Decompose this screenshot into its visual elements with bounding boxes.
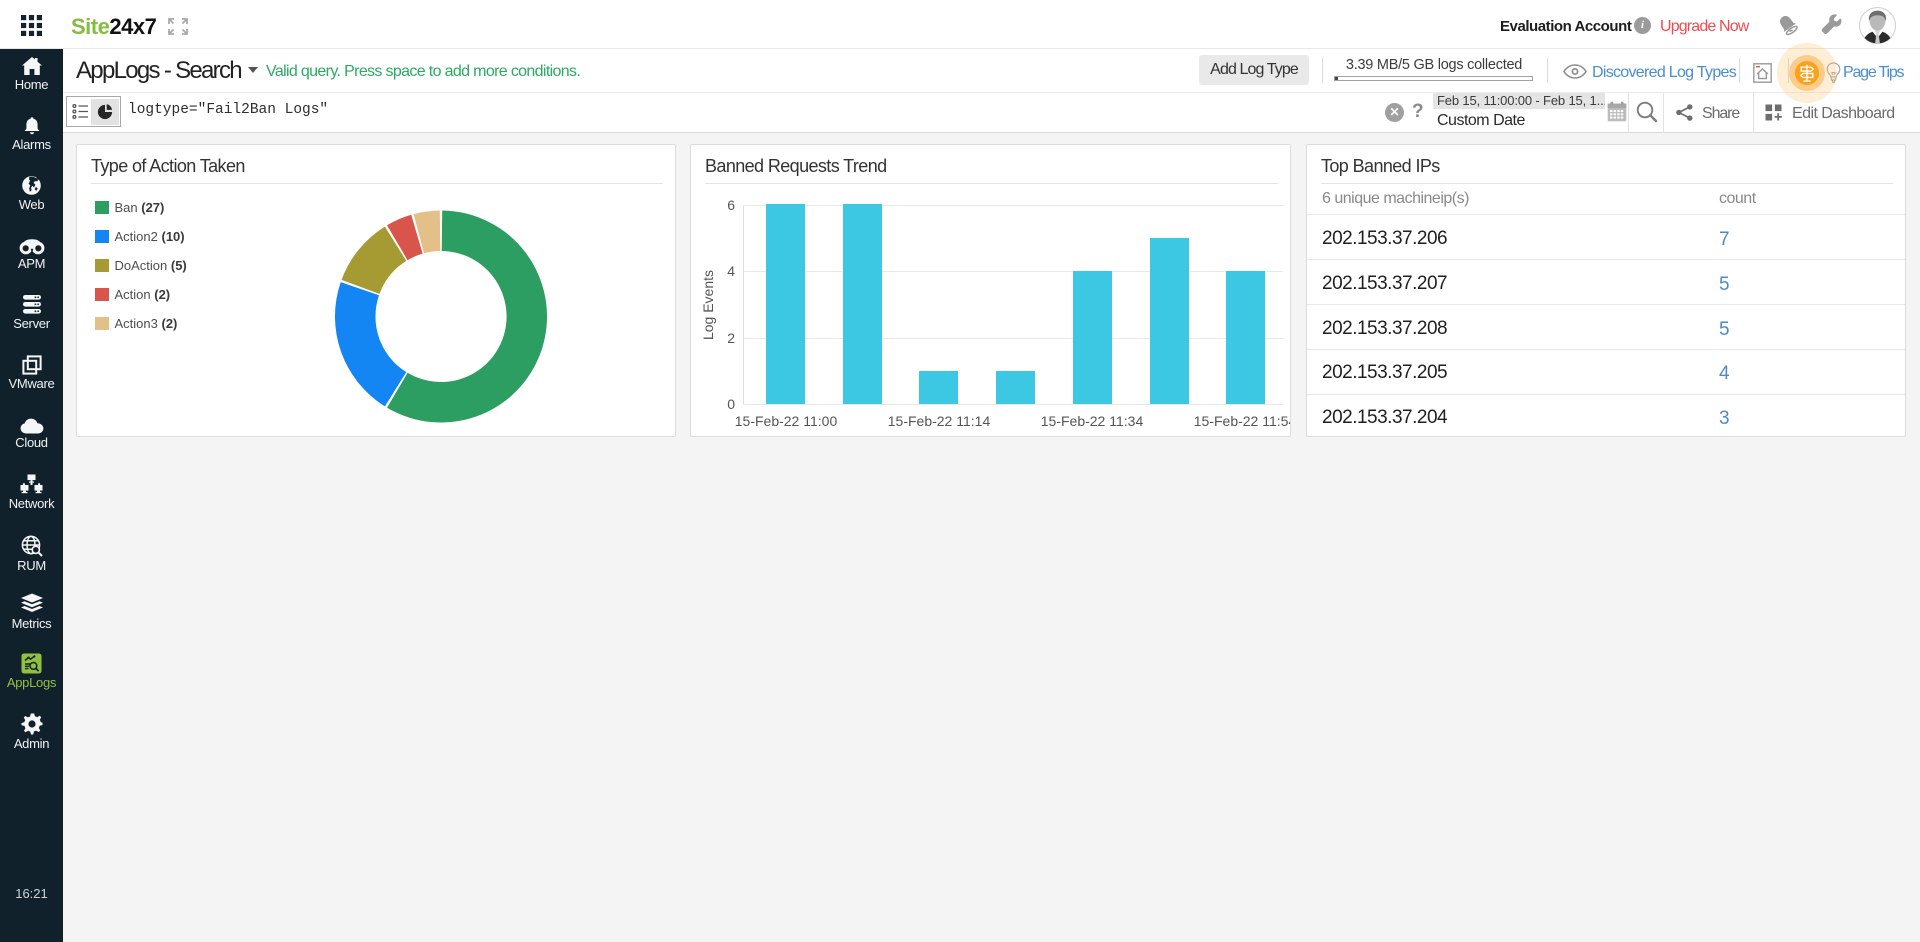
svg-text:15-Feb-22 11:54: 15-Feb-22 11:54 — [1194, 413, 1290, 429]
svg-text:15-Feb-22 11:00: 15-Feb-22 11:00 — [735, 413, 838, 429]
svg-text:15-Feb-22 11:34: 15-Feb-22 11:34 — [1041, 413, 1144, 429]
svg-text:6: 6 — [727, 197, 735, 213]
svg-text:2: 2 — [727, 330, 735, 346]
svg-text:Log Events: Log Events — [700, 270, 716, 340]
svg-text:4: 4 — [727, 263, 735, 279]
svg-text:0: 0 — [727, 396, 735, 412]
svg-text:15-Feb-22 11:14: 15-Feb-22 11:14 — [888, 413, 991, 429]
